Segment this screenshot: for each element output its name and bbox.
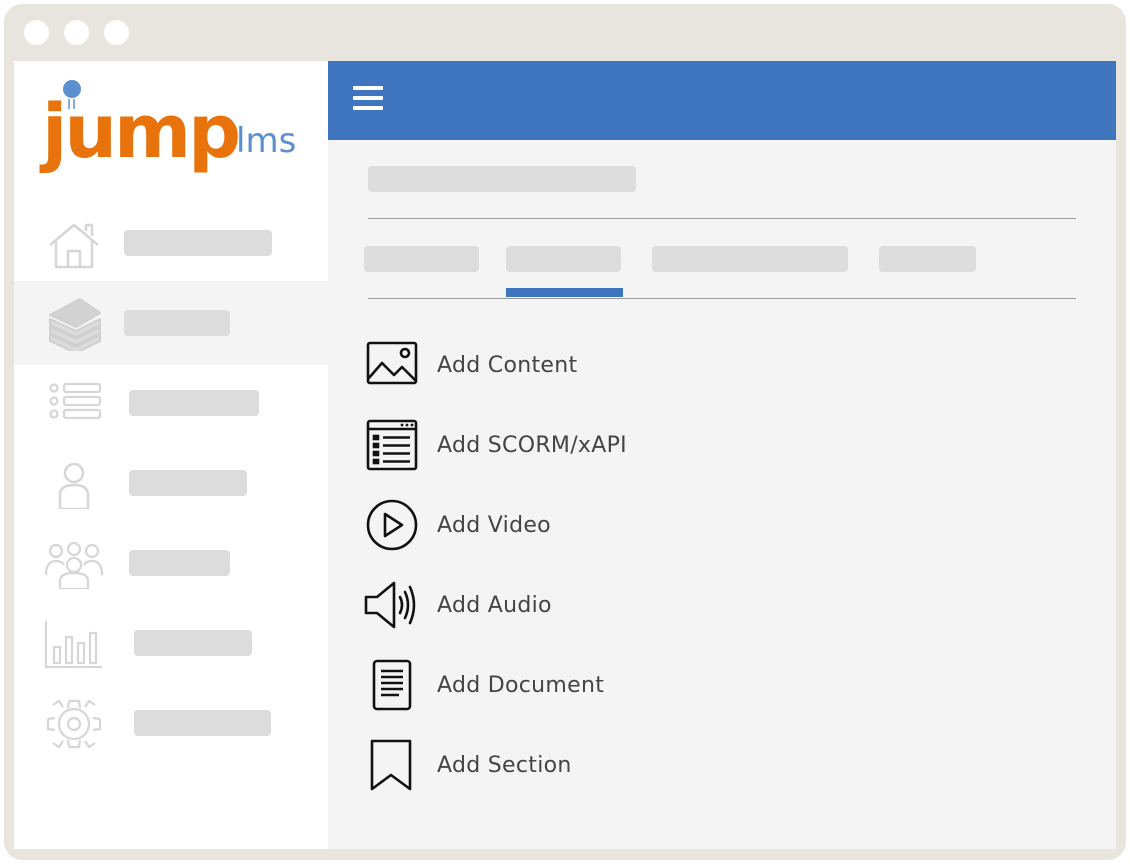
add-section-label: Add Section	[437, 753, 572, 778]
sidebar-item-groups[interactable]	[14, 521, 328, 605]
tab-placeholder-3[interactable]	[652, 246, 848, 272]
add-content-button[interactable]: Add Content	[364, 335, 764, 395]
svg-text:jump: jump	[39, 89, 238, 175]
image-icon	[366, 341, 418, 385]
sidebar-item-user[interactable]	[14, 441, 328, 525]
add-section-button[interactable]: Add Section	[364, 735, 764, 795]
add-video-label: Add Video	[437, 513, 551, 538]
play-circle-icon	[366, 499, 418, 551]
tab-placeholder-4[interactable]	[879, 246, 976, 272]
list-icon	[49, 382, 102, 420]
add-audio-button[interactable]: Add Audio	[364, 575, 764, 635]
home-icon	[49, 223, 99, 269]
add-scorm-button[interactable]: Add SCORM/xAPI	[364, 415, 764, 475]
add-document-label: Add Document	[437, 673, 605, 698]
sidebar-label-placeholder	[129, 550, 230, 576]
divider	[368, 218, 1076, 219]
sidebar-item-list[interactable]	[14, 361, 328, 445]
sidebar-item-reports[interactable]	[14, 601, 328, 685]
sidebar-label-placeholder	[124, 310, 230, 336]
sidebar-label-placeholder	[124, 230, 272, 256]
bookmark-icon	[370, 739, 412, 791]
books-icon	[49, 298, 101, 351]
scorm-window-icon	[366, 419, 418, 471]
group-icon	[44, 541, 104, 589]
document-icon	[372, 659, 412, 711]
add-video-button[interactable]: Add Video	[364, 495, 764, 555]
sidebar-label-placeholder	[129, 470, 247, 496]
window-dot-minimize[interactable]	[64, 20, 89, 45]
speaker-icon	[364, 581, 416, 629]
sidebar-label-placeholder	[134, 710, 271, 736]
user-icon	[58, 462, 90, 509]
sidebar-label-placeholder	[134, 630, 252, 656]
sidebar-label-placeholder	[129, 390, 259, 416]
tab-placeholder-1[interactable]	[364, 246, 479, 272]
page-title-placeholder	[368, 166, 636, 192]
sidebar: jump lms	[14, 61, 328, 849]
jumplms-logo[interactable]: jump lms	[38, 75, 308, 185]
add-content-label: Add Content	[437, 353, 578, 378]
sidebar-item-settings[interactable]	[14, 681, 328, 765]
window-dot-maximize[interactable]	[104, 20, 129, 45]
main-content: Add Content Add SCORM/xAPI Add Video Add…	[328, 61, 1116, 849]
svg-text:lms: lms	[236, 121, 296, 161]
add-audio-label: Add Audio	[437, 593, 552, 618]
gear-icon	[46, 699, 102, 749]
sidebar-item-home[interactable]	[14, 201, 328, 285]
active-tab-indicator	[506, 288, 623, 297]
add-document-button[interactable]: Add Document	[364, 655, 764, 715]
hamburger-menu-icon[interactable]	[353, 86, 383, 110]
add-scorm-label: Add SCORM/xAPI	[437, 433, 627, 458]
tab-placeholder-2[interactable]	[506, 246, 621, 272]
bar-chart-icon	[44, 621, 102, 669]
tabs-divider	[368, 298, 1076, 299]
sidebar-item-courses[interactable]	[14, 281, 328, 365]
top-bar	[328, 61, 1116, 140]
window-dot-close[interactable]	[24, 20, 49, 45]
